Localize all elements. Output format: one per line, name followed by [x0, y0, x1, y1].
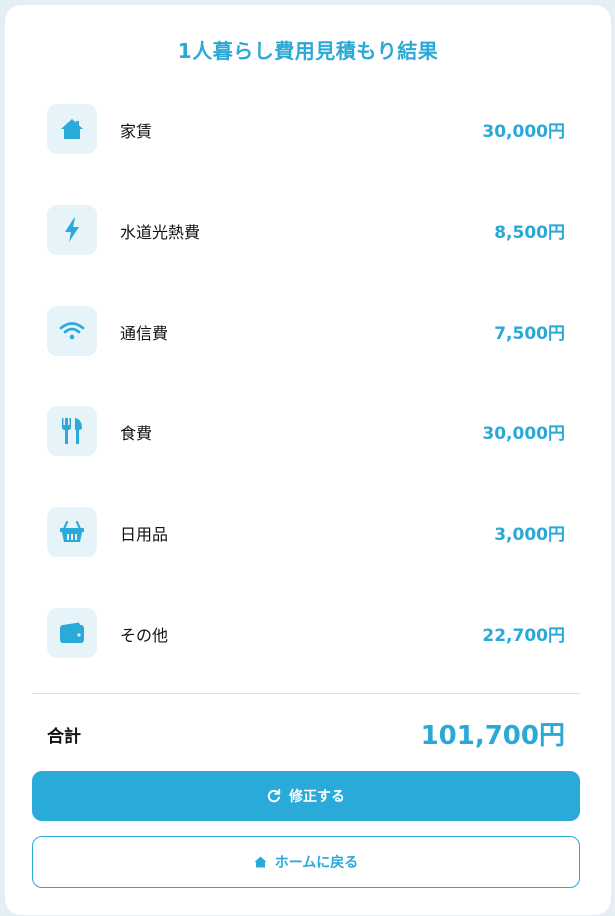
list-item-utilities: 水道光熱費 8,500円	[47, 205, 565, 255]
list-item-food: 食費 30,000円	[47, 406, 565, 456]
home-button-label: ホームに戻る	[274, 855, 359, 871]
wifi-icon	[47, 306, 97, 356]
home-button[interactable]: ホームに戻る	[32, 836, 580, 888]
wallet-icon	[47, 608, 97, 658]
edit-button[interactable]: 修正する	[32, 771, 580, 821]
home-icon	[254, 856, 267, 868]
item-label: 食費	[120, 424, 153, 443]
item-value: 22,700円	[482, 626, 565, 646]
redo-icon	[267, 789, 281, 803]
total-value: 101,700円	[420, 721, 565, 751]
list-item-communication: 通信費 7,500円	[47, 306, 565, 356]
item-value: 30,000円	[482, 122, 565, 142]
item-label: その他	[120, 626, 169, 645]
page-title: 1人暮らし費用見積もり結果	[177, 39, 439, 63]
divider	[32, 693, 580, 694]
result-card: 1人暮らし費用見積もり結果 家賃 30,000円 水道光熱費 8,500円 通信…	[5, 5, 611, 915]
item-label: 家賃	[120, 122, 153, 141]
lightning-icon	[47, 205, 97, 255]
item-label: 水道光熱費	[120, 223, 201, 242]
edit-button-label: 修正する	[289, 789, 345, 805]
item-label: 通信費	[120, 324, 169, 343]
item-value: 30,000円	[482, 424, 565, 444]
list-item-daily-goods: 日用品 3,000円	[47, 507, 565, 557]
item-value: 3,000円	[494, 525, 565, 545]
total-label: 合計	[47, 727, 81, 747]
item-label: 日用品	[120, 525, 169, 544]
house-icon	[47, 104, 97, 154]
list-item-other: その他 22,700円	[47, 608, 565, 658]
item-value: 7,500円	[494, 324, 565, 344]
item-value: 8,500円	[494, 223, 565, 243]
list-item-rent: 家賃 30,000円	[47, 104, 565, 154]
utensils-icon	[47, 406, 97, 456]
basket-icon	[47, 507, 97, 557]
